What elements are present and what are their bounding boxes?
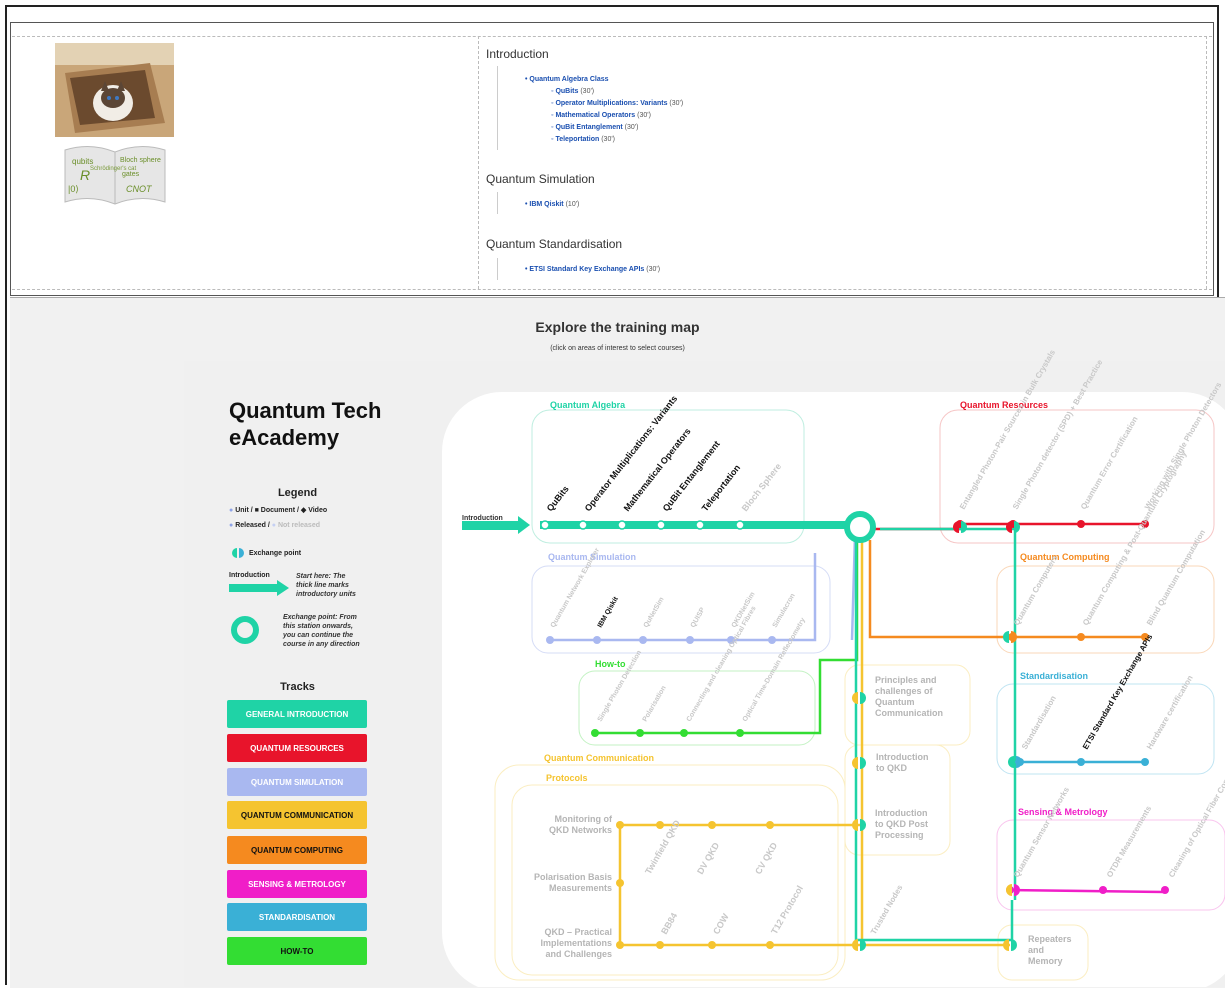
area-label-resources[interactable]: Quantum Resources: [960, 400, 1048, 410]
principles-station-label[interactable]: Principles and: [875, 675, 937, 685]
protocol-station-dot[interactable]: [766, 821, 774, 829]
polarisation-basis-station-dot[interactable]: [616, 879, 624, 887]
howto-station-dot[interactable]: [680, 729, 688, 737]
simulation-station-dot[interactable]: [593, 636, 601, 644]
area-label-standardisation[interactable]: Standardisation: [1020, 671, 1088, 681]
protocol-station-dot[interactable]: [708, 821, 716, 829]
computing-station-dot[interactable]: [1077, 633, 1085, 641]
algebra-station-dot[interactable]: [617, 520, 627, 530]
intro-arrow-body: [462, 521, 518, 530]
polarisation-basis-station-label[interactable]: Measurements: [549, 883, 612, 893]
principles-station-label[interactable]: Quantum: [875, 697, 915, 707]
principles-station-label[interactable]: Communication: [875, 708, 943, 718]
standardisation-station-dot[interactable]: [1077, 758, 1085, 766]
qkd-post-station-label[interactable]: Processing: [875, 830, 924, 840]
standardisation-station-dot[interactable]: [1141, 758, 1149, 766]
simulation-station-dot[interactable]: [546, 636, 554, 644]
polarisation-basis-station-label[interactable]: Polarisation Basis: [534, 872, 612, 882]
repeaters-station-label[interactable]: and: [1028, 945, 1044, 955]
map-background: [442, 392, 1225, 987]
simulation-station-dot[interactable]: [768, 636, 776, 644]
sensing-station-dot[interactable]: [1161, 886, 1169, 894]
simulation-station-dot[interactable]: [686, 636, 694, 644]
qkd-intro-station-label[interactable]: Introduction: [876, 752, 929, 762]
monitoring-station-label[interactable]: Monitoring of: [555, 814, 613, 824]
sensing-station-dot[interactable]: [1099, 886, 1107, 894]
area-label-computing[interactable]: Quantum Computing: [1020, 552, 1110, 562]
simulation-station-dot[interactable]: [639, 636, 647, 644]
algebra-station-dot[interactable]: [735, 520, 745, 530]
monitoring-station-label[interactable]: QKD Networks: [549, 825, 612, 835]
howto-station-dot[interactable]: [591, 729, 599, 737]
practical-station-dot[interactable]: [616, 941, 624, 949]
practical-station-label[interactable]: and Challenges: [545, 949, 612, 959]
repeaters-station-label[interactable]: Memory: [1028, 956, 1063, 966]
algebra-station-dot[interactable]: [656, 520, 666, 530]
area-label-communication[interactable]: Quantum Communication: [544, 753, 654, 763]
metro-map: Quantum Algebra Quantum Resources Quantu…: [442, 348, 1225, 987]
area-label-algebra[interactable]: Quantum Algebra: [550, 400, 626, 410]
monitoring-station-dot[interactable]: [616, 821, 624, 829]
algebra-station-dot[interactable]: [695, 520, 705, 530]
protocol-b-station-dot[interactable]: [766, 941, 774, 949]
qkd-post-station-label[interactable]: to QKD Post: [875, 819, 928, 829]
area-label-protocols[interactable]: Protocols: [546, 773, 588, 783]
howto-station-dot[interactable]: [636, 729, 644, 737]
repeaters-station-label[interactable]: Repeaters: [1028, 934, 1072, 944]
algebra-station-dot[interactable]: [578, 520, 588, 530]
exchange-hub[interactable]: [844, 511, 876, 543]
area-label-howto[interactable]: How-to: [595, 659, 626, 669]
qkd-intro-station-label[interactable]: to QKD: [876, 763, 907, 773]
intro-arrow-label[interactable]: Introduction: [462, 515, 503, 522]
howto-station-dot[interactable]: [736, 729, 744, 737]
practical-station-label[interactable]: QKD – Practical: [544, 927, 612, 937]
qkd-post-station-label[interactable]: Introduction: [875, 808, 928, 818]
algebra-station-dot[interactable]: [540, 520, 550, 530]
protocol-station-dot[interactable]: [656, 821, 664, 829]
area-label-sensing[interactable]: Sensing & Metrology: [1018, 807, 1108, 817]
resources-station-dot[interactable]: [1077, 520, 1085, 528]
practical-station-label[interactable]: Implementations: [540, 938, 612, 948]
principles-station-label[interactable]: challenges of: [875, 686, 934, 696]
protocol-b-station-dot[interactable]: [708, 941, 716, 949]
protocol-b-station-dot[interactable]: [656, 941, 664, 949]
